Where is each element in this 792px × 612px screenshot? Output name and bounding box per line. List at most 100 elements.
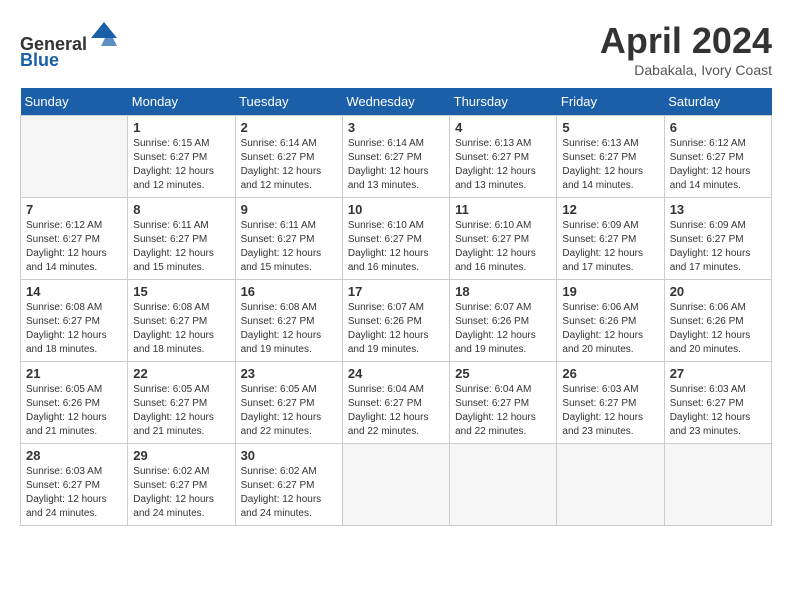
day-info: Sunrise: 6:11 AM Sunset: 6:27 PM Dayligh… (133, 219, 229, 275)
day-info: Sunrise: 6:05 AM Sunset: 6:26 PM Dayligh… (26, 383, 122, 439)
calendar-cell: 6Sunrise: 6:12 AM Sunset: 6:27 PM Daylig… (664, 116, 771, 198)
day-number: 9 (241, 202, 337, 217)
calendar-cell: 14Sunrise: 6:08 AM Sunset: 6:27 PM Dayli… (21, 280, 128, 362)
day-number: 7 (26, 202, 122, 217)
logo-icon (89, 20, 119, 50)
day-info: Sunrise: 6:08 AM Sunset: 6:27 PM Dayligh… (133, 301, 229, 357)
day-number: 1 (133, 120, 229, 135)
week-row-4: 28 Sunrise: 6:03 AM Sunset: 6:27 PM Dayli… (21, 444, 772, 526)
page-header: General Blue April 2024 Dabakala, Ivory … (20, 20, 772, 78)
day-info: Sunrise: 6:04 AM Sunset: 6:27 PM Dayligh… (348, 383, 444, 439)
day-number: 15 (133, 284, 229, 299)
calendar-cell (557, 444, 664, 526)
calendar-cell: 1Sunrise: 6:15 AM Sunset: 6:27 PM Daylig… (128, 116, 235, 198)
day-number: 26 (562, 366, 658, 381)
calendar-cell: 2 Sunrise: 6:14 AM Sunset: 6:27 PM Daylig… (235, 116, 342, 198)
day-number: 23 (241, 366, 337, 381)
logo-blue: Blue (20, 50, 59, 70)
week-row-2: 14Sunrise: 6:08 AM Sunset: 6:27 PM Dayli… (21, 280, 772, 362)
calendar-cell: 26 Sunrise: 6:03 AM Sunset: 6:27 PM Dayli… (557, 362, 664, 444)
day-info: Sunrise: 6:10 AM Sunset: 6:27 PM Dayligh… (455, 219, 551, 275)
day-info: Sunrise: 6:08 AM Sunset: 6:27 PM Dayligh… (241, 301, 337, 357)
day-info: Sunrise: 6:03 AM Sunset: 6:27 PM Dayligh… (670, 383, 766, 439)
day-number: 6 (670, 120, 766, 135)
day-number: 5 (562, 120, 658, 135)
weekday-tuesday: Tuesday (235, 88, 342, 116)
month-title: April 2024 (600, 20, 772, 62)
weekday-friday: Friday (557, 88, 664, 116)
weekday-thursday: Thursday (450, 88, 557, 116)
day-number: 13 (670, 202, 766, 217)
day-info: Sunrise: 6:14 AM Sunset: 6:27 PM Dayligh… (241, 137, 337, 193)
day-info: Sunrise: 6:09 AM Sunset: 6:27 PM Dayligh… (562, 219, 658, 275)
calendar-cell: 10Sunrise: 6:10 AM Sunset: 6:27 PM Dayli… (342, 198, 449, 280)
day-info: Sunrise: 6:03 AM Sunset: 6:27 PM Dayligh… (26, 465, 122, 521)
day-info: Sunrise: 6:03 AM Sunset: 6:27 PM Dayligh… (562, 383, 658, 439)
calendar-cell: 8 Sunrise: 6:11 AM Sunset: 6:27 PM Daylig… (128, 198, 235, 280)
day-info: Sunrise: 6:06 AM Sunset: 6:26 PM Dayligh… (562, 301, 658, 357)
day-number: 2 (241, 120, 337, 135)
day-info: Sunrise: 6:12 AM Sunset: 6:27 PM Dayligh… (26, 219, 122, 275)
calendar-cell: 5 Sunrise: 6:13 AM Sunset: 6:27 PM Daylig… (557, 116, 664, 198)
calendar-cell: 4 Sunrise: 6:13 AM Sunset: 6:27 PM Daylig… (450, 116, 557, 198)
day-info: Sunrise: 6:14 AM Sunset: 6:27 PM Dayligh… (348, 137, 444, 193)
calendar-cell: 18 Sunrise: 6:07 AM Sunset: 6:26 PM Dayli… (450, 280, 557, 362)
week-row-1: 7 Sunrise: 6:12 AM Sunset: 6:27 PM Daylig… (21, 198, 772, 280)
day-info: Sunrise: 6:04 AM Sunset: 6:27 PM Dayligh… (455, 383, 551, 439)
calendar-cell: 27 Sunrise: 6:03 AM Sunset: 6:27 PM Dayli… (664, 362, 771, 444)
day-number: 27 (670, 366, 766, 381)
day-info: Sunrise: 6:13 AM Sunset: 6:27 PM Dayligh… (562, 137, 658, 193)
day-info: Sunrise: 6:07 AM Sunset: 6:26 PM Dayligh… (455, 301, 551, 357)
day-number: 16 (241, 284, 337, 299)
weekday-monday: Monday (128, 88, 235, 116)
calendar-cell: 17 Sunrise: 6:07 AM Sunset: 6:26 PM Dayli… (342, 280, 449, 362)
calendar-cell: 13 Sunrise: 6:09 AM Sunset: 6:27 PM Dayli… (664, 198, 771, 280)
day-info: Sunrise: 6:05 AM Sunset: 6:27 PM Dayligh… (133, 383, 229, 439)
calendar-cell: 15 Sunrise: 6:08 AM Sunset: 6:27 PM Dayli… (128, 280, 235, 362)
day-info: Sunrise: 6:13 AM Sunset: 6:27 PM Dayligh… (455, 137, 551, 193)
day-number: 8 (133, 202, 229, 217)
day-number: 22 (133, 366, 229, 381)
day-info: Sunrise: 6:10 AM Sunset: 6:27 PM Dayligh… (348, 219, 444, 275)
weekday-saturday: Saturday (664, 88, 771, 116)
calendar-cell: 24Sunrise: 6:04 AM Sunset: 6:27 PM Dayli… (342, 362, 449, 444)
day-number: 25 (455, 366, 551, 381)
weekday-header-row: SundayMondayTuesdayWednesdayThursdayFrid… (21, 88, 772, 116)
location: Dabakala, Ivory Coast (600, 62, 772, 78)
calendar-cell: 30Sunrise: 6:02 AM Sunset: 6:27 PM Dayli… (235, 444, 342, 526)
calendar-cell (664, 444, 771, 526)
calendar-cell (342, 444, 449, 526)
calendar-table: SundayMondayTuesdayWednesdayThursdayFrid… (20, 88, 772, 526)
calendar-cell: 23 Sunrise: 6:05 AM Sunset: 6:27 PM Dayli… (235, 362, 342, 444)
calendar-cell: 7 Sunrise: 6:12 AM Sunset: 6:27 PM Daylig… (21, 198, 128, 280)
day-number: 4 (455, 120, 551, 135)
calendar-cell: 20Sunrise: 6:06 AM Sunset: 6:26 PM Dayli… (664, 280, 771, 362)
day-number: 30 (241, 448, 337, 463)
weekday-sunday: Sunday (21, 88, 128, 116)
calendar-cell: 16 Sunrise: 6:08 AM Sunset: 6:27 PM Dayli… (235, 280, 342, 362)
day-number: 3 (348, 120, 444, 135)
day-number: 12 (562, 202, 658, 217)
calendar-cell: 19 Sunrise: 6:06 AM Sunset: 6:26 PM Dayli… (557, 280, 664, 362)
calendar-cell: 9 Sunrise: 6:11 AM Sunset: 6:27 PM Daylig… (235, 198, 342, 280)
day-info: Sunrise: 6:11 AM Sunset: 6:27 PM Dayligh… (241, 219, 337, 275)
day-info: Sunrise: 6:05 AM Sunset: 6:27 PM Dayligh… (241, 383, 337, 439)
day-number: 17 (348, 284, 444, 299)
calendar-cell: 28 Sunrise: 6:03 AM Sunset: 6:27 PM Dayli… (21, 444, 128, 526)
logo: General Blue (20, 20, 119, 71)
day-info: Sunrise: 6:09 AM Sunset: 6:27 PM Dayligh… (670, 219, 766, 275)
calendar-cell (21, 116, 128, 198)
day-number: 20 (670, 284, 766, 299)
calendar-cell: 11Sunrise: 6:10 AM Sunset: 6:27 PM Dayli… (450, 198, 557, 280)
day-number: 18 (455, 284, 551, 299)
weekday-wednesday: Wednesday (342, 88, 449, 116)
calendar-cell (450, 444, 557, 526)
day-info: Sunrise: 6:02 AM Sunset: 6:27 PM Dayligh… (133, 465, 229, 521)
calendar-cell: 21 Sunrise: 6:05 AM Sunset: 6:26 PM Dayli… (21, 362, 128, 444)
day-number: 21 (26, 366, 122, 381)
day-info: Sunrise: 6:07 AM Sunset: 6:26 PM Dayligh… (348, 301, 444, 357)
day-number: 28 (26, 448, 122, 463)
day-number: 19 (562, 284, 658, 299)
calendar-cell: 29Sunrise: 6:02 AM Sunset: 6:27 PM Dayli… (128, 444, 235, 526)
day-info: Sunrise: 6:08 AM Sunset: 6:27 PM Dayligh… (26, 301, 122, 357)
